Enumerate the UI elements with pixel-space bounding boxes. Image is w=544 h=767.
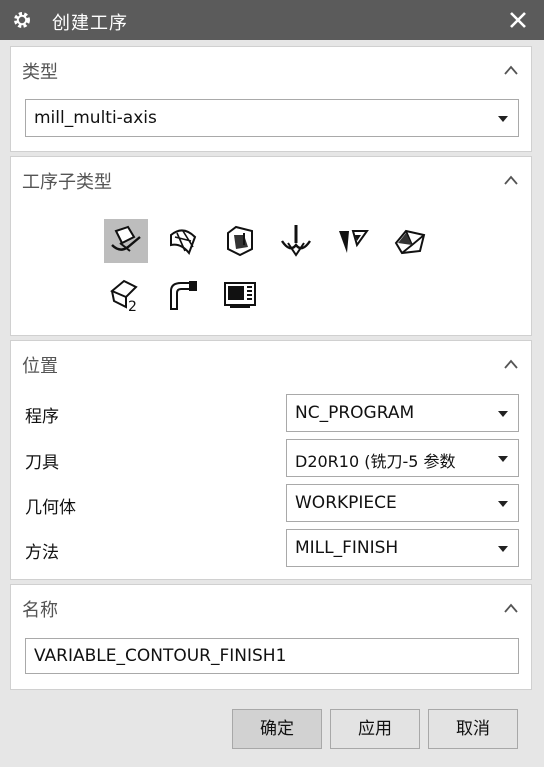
method-label: 方法	[25, 543, 59, 563]
name-panel: 名称 VARIABLE_CONTOUR_FINISH1	[10, 584, 532, 690]
type-panel: 类型 mill_multi-axis	[10, 46, 532, 152]
type-select-value: mill_multi-axis	[34, 108, 157, 128]
chevron-up-icon[interactable]	[503, 171, 519, 185]
dropdown-arrow-icon	[498, 116, 508, 122]
type-select[interactable]: mill_multi-axis	[25, 99, 519, 137]
operation-name-input[interactable]: VARIABLE_CONTOUR_FINISH1	[25, 638, 519, 674]
geometry-label: 几何体	[25, 498, 76, 518]
contour-profile-icon[interactable]	[218, 219, 262, 263]
name-panel-title: 名称	[22, 600, 58, 621]
user-defined-icon[interactable]	[218, 273, 262, 317]
method-select[interactable]: MILL_FINISH	[286, 529, 519, 567]
title-bar[interactable]: 创建工序	[0, 0, 544, 40]
variable-contour-icon[interactable]	[104, 219, 148, 263]
name-panel-header[interactable]: 名称	[11, 585, 531, 629]
svg-text:2: 2	[128, 299, 137, 313]
dropdown-arrow-icon	[498, 546, 508, 552]
geometry-select[interactable]: WORKPIECE	[286, 484, 519, 522]
dropdown-arrow-icon	[498, 411, 508, 417]
tool-select-value: D20R10 (铣刀-5 参数	[295, 452, 456, 471]
chevron-up-icon[interactable]	[503, 599, 519, 613]
gear-icon	[12, 10, 32, 30]
tube-rough-icon[interactable]	[161, 273, 205, 317]
chevron-up-icon[interactable]	[503, 355, 519, 369]
subtype-panel: 工序子类型 2	[10, 156, 532, 336]
method-select-value: MILL_FINISH	[295, 538, 399, 558]
flow-cut-icon[interactable]	[388, 219, 432, 263]
cancel-button[interactable]: 取消	[428, 709, 518, 749]
geometry-select-value: WORKPIECE	[295, 493, 397, 513]
tool-label: 刀具	[25, 453, 59, 473]
program-select-value: NC_PROGRAM	[295, 403, 415, 423]
location-panel-header[interactable]: 位置	[11, 341, 531, 385]
create-operation-dialog: 创建工序 类型 mill_multi-axis 工序子类型 2 位置 程序 NC…	[0, 0, 544, 767]
ok-button[interactable]: 确定	[232, 709, 322, 749]
apply-button[interactable]: 应用	[330, 709, 420, 749]
window-title: 创建工序	[52, 13, 128, 34]
program-label: 程序	[25, 407, 59, 427]
tool-select[interactable]: D20R10 (铣刀-5 参数	[286, 439, 519, 477]
location-panel: 位置 程序 NC_PROGRAM 刀具 D20R10 (铣刀-5 参数 几何体 …	[10, 340, 532, 580]
program-select[interactable]: NC_PROGRAM	[286, 394, 519, 432]
chevron-up-icon[interactable]	[503, 61, 519, 75]
subtype-panel-title: 工序子类型	[22, 172, 112, 193]
variable-streamline-icon[interactable]	[161, 219, 205, 263]
operation-name-value: VARIABLE_CONTOUR_FINISH1	[34, 646, 287, 666]
type-panel-header[interactable]: 类型	[11, 47, 531, 91]
dropdown-arrow-icon	[498, 456, 508, 462]
location-panel-title: 位置	[22, 356, 58, 377]
fixed-contour-icon[interactable]	[274, 219, 318, 263]
multi-blade-icon[interactable]	[331, 219, 375, 263]
multi-axis-drill-icon[interactable]: 2	[104, 273, 148, 317]
subtype-panel-header[interactable]: 工序子类型	[11, 157, 531, 201]
close-icon[interactable]	[508, 10, 528, 30]
type-panel-title: 类型	[22, 62, 58, 83]
dropdown-arrow-icon	[498, 501, 508, 507]
